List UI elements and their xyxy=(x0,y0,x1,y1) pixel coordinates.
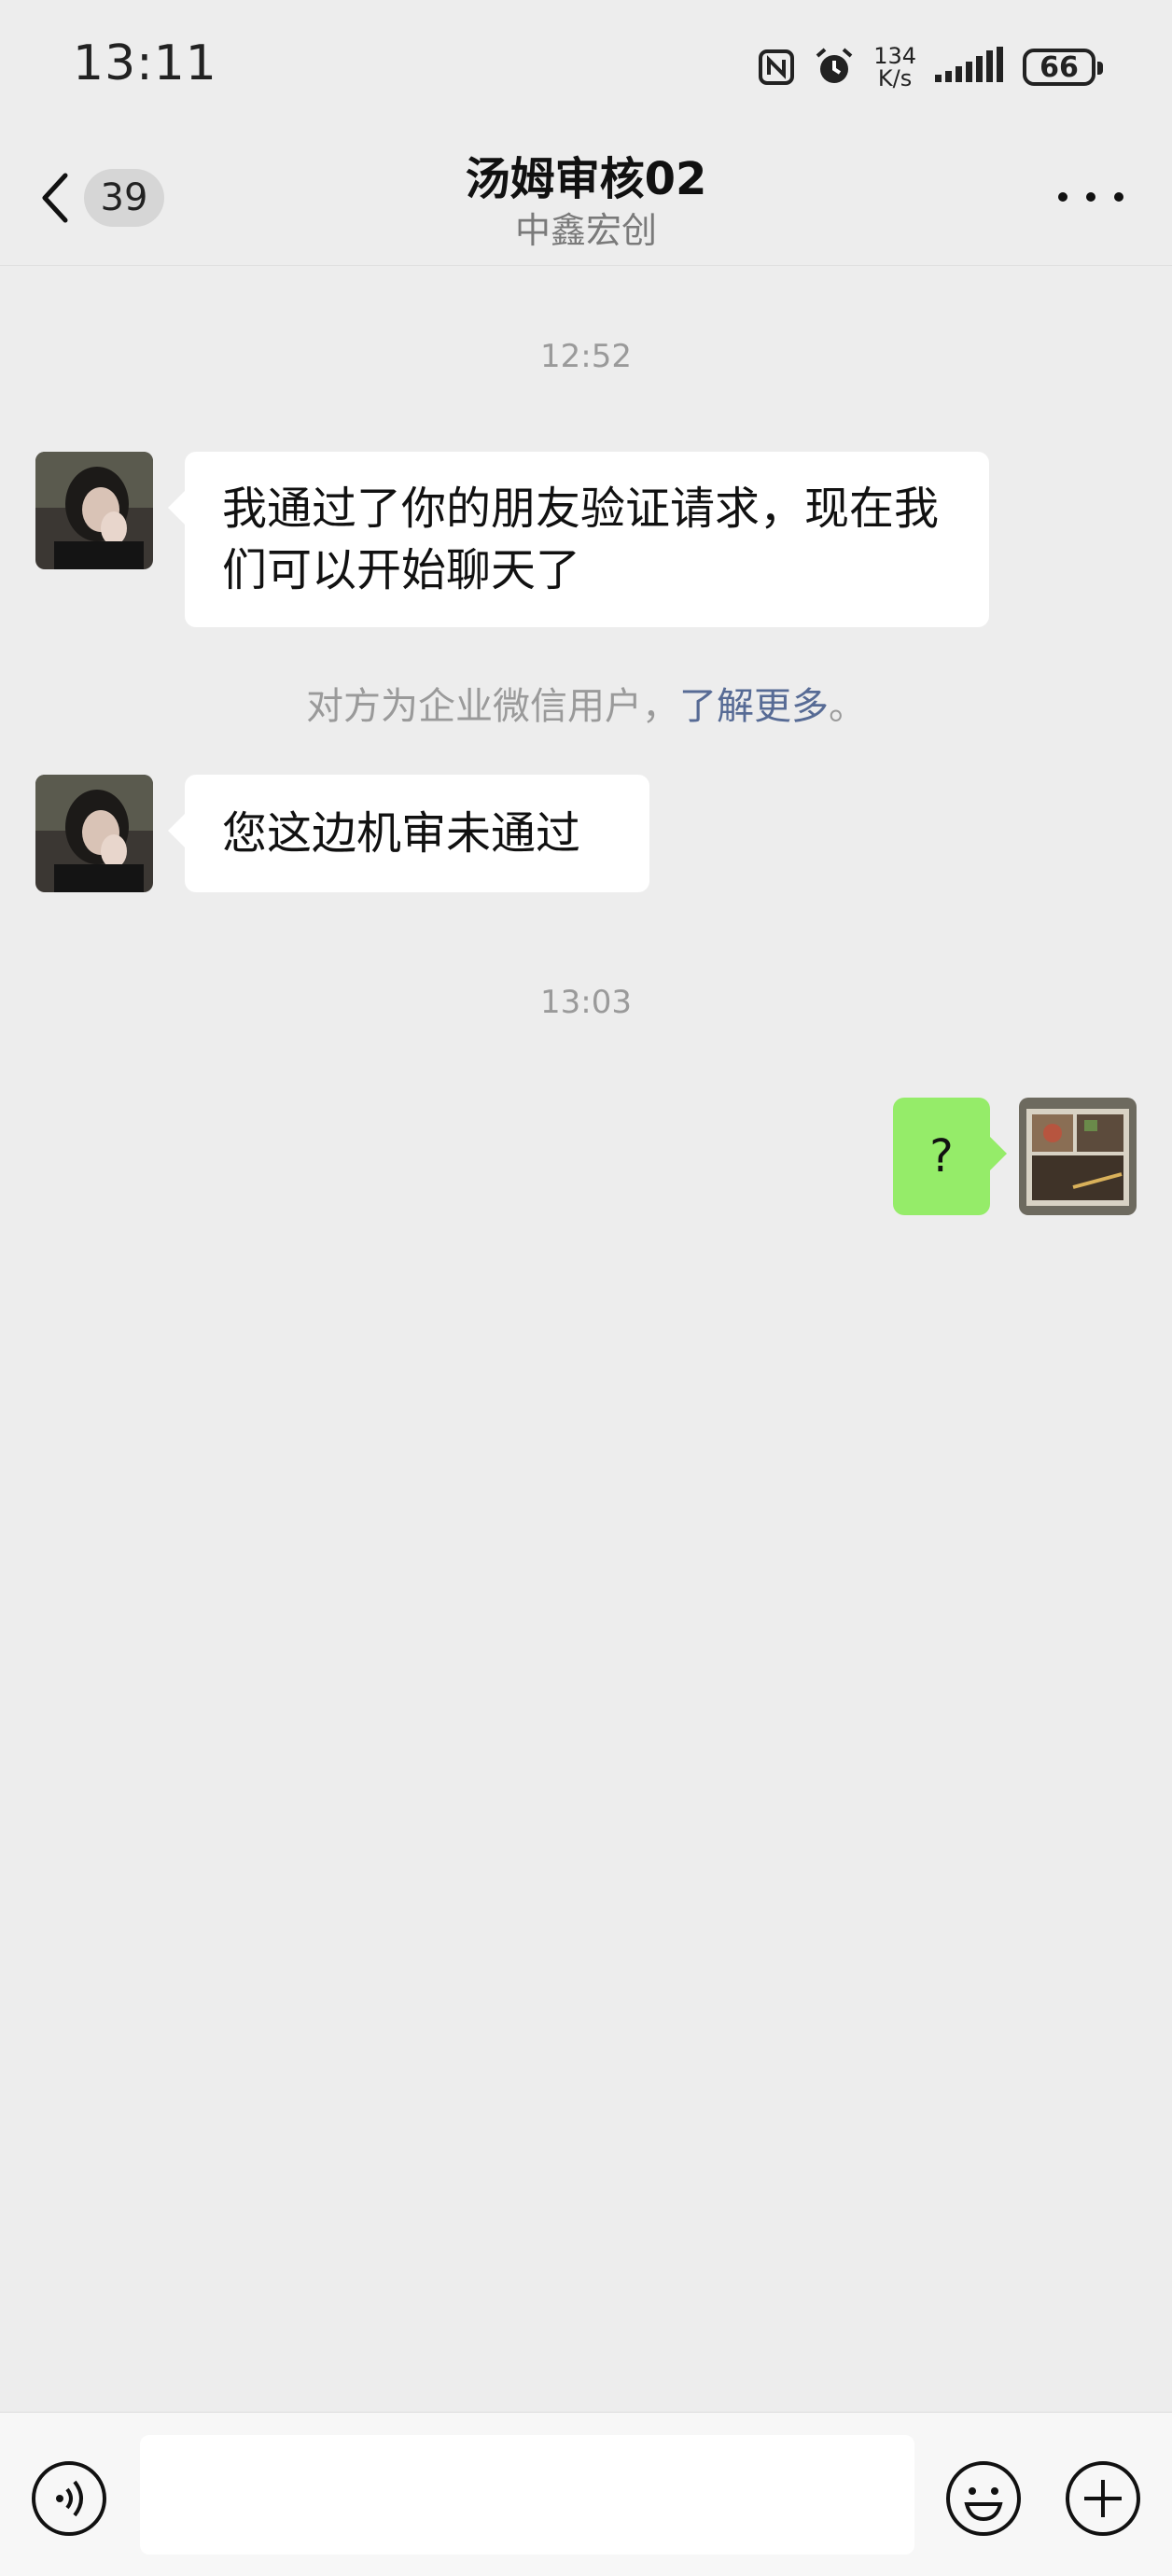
contact-avatar[interactable] xyxy=(35,452,153,569)
status-bar: 13:11 134 K/s 66 xyxy=(0,0,1172,131)
learn-more-link[interactable]: 了解更多 xyxy=(679,685,829,728)
timestamp: 13:03 xyxy=(540,984,632,1021)
emoji-icon[interactable] xyxy=(944,2459,1023,2541)
message-text: 您这边机审未通过 xyxy=(222,807,581,860)
chat-title: 汤姆审核02 xyxy=(465,153,707,205)
message-bubble-incoming[interactable]: 您这边机审未通过 xyxy=(168,775,649,892)
chat-header: 39 汤姆审核02 中鑫宏创 xyxy=(0,131,1172,266)
message-bubble-incoming[interactable]: 我通过了你的朋友验证请求，现在我们可以开始聊天了 xyxy=(168,452,989,627)
input-bar xyxy=(0,2412,1172,2576)
network-speed: 134 K/s xyxy=(873,43,916,91)
timestamp: 12:52 xyxy=(540,338,632,375)
message-bubble-outgoing[interactable]: ? xyxy=(893,1098,1007,1215)
message-text: 我通过了你的朋友验证请求，现在我们可以开始聊天了 xyxy=(222,483,940,596)
signal-icon xyxy=(935,47,1004,88)
chat-subtitle: 中鑫宏创 xyxy=(514,210,657,251)
battery-icon: 66 xyxy=(1023,49,1103,86)
nfc-icon xyxy=(758,49,795,86)
message-input[interactable] xyxy=(140,2435,914,2555)
message-text: ? xyxy=(929,1130,954,1183)
alarm-icon xyxy=(814,47,855,88)
status-icons: 134 K/s 66 xyxy=(758,43,1103,91)
more-icon[interactable] xyxy=(1058,174,1123,220)
voice-icon[interactable] xyxy=(30,2459,108,2541)
status-time: 13:11 xyxy=(73,35,217,91)
system-notice: 对方为企业微信用户，了解更多。 xyxy=(306,685,866,728)
self-avatar[interactable] xyxy=(1019,1098,1137,1215)
contact-avatar[interactable] xyxy=(35,775,153,892)
plus-icon[interactable] xyxy=(1064,2459,1142,2541)
